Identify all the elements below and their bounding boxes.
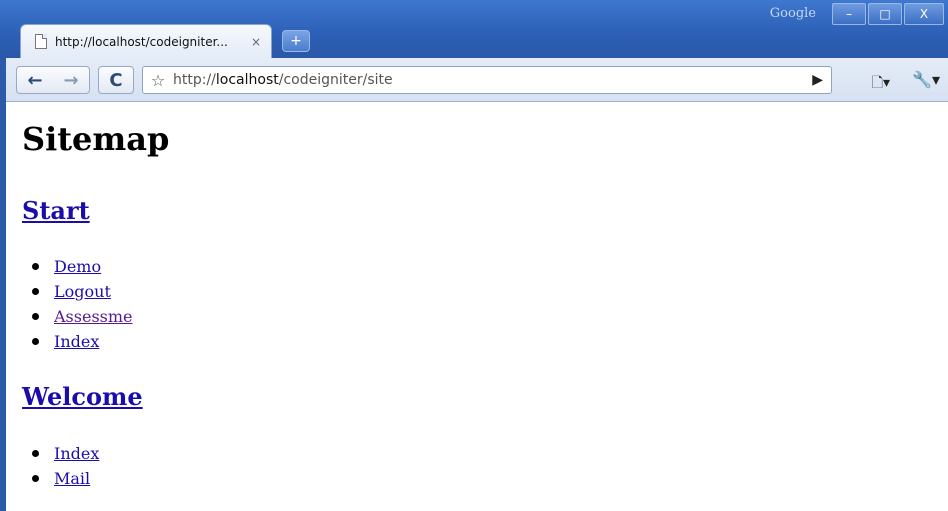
bookmark-star-icon[interactable]: ☆ — [143, 71, 173, 90]
page-content: Sitemap Start Demo Logout Assessme Index… — [6, 102, 948, 511]
page-title: Sitemap — [22, 120, 170, 158]
go-icon[interactable]: ▶ — [812, 72, 823, 88]
forward-button[interactable]: → — [53, 70, 89, 91]
reload-button[interactable]: C — [98, 66, 134, 94]
start-link-list: Demo Logout Assessme Index — [32, 254, 133, 354]
list-item: Demo — [32, 254, 133, 279]
list-item: Logout — [32, 279, 133, 304]
link-index-start[interactable]: Index — [54, 332, 99, 351]
section-heading-welcome: Welcome — [22, 382, 143, 411]
address-bar[interactable]: ☆ http://localhost/codeigniter/site ▶ — [142, 66, 832, 94]
url-host: localhost — [215, 72, 279, 88]
back-forward-group: ← → — [16, 66, 90, 94]
title-bar: Google – □ X http://localhost/codeignite… — [0, 0, 948, 58]
section-link-welcome[interactable]: Welcome — [22, 382, 143, 411]
browser-window: Google – □ X http://localhost/codeignite… — [0, 0, 948, 511]
list-item: Index — [31, 441, 99, 466]
wrench-menu-icon[interactable]: 🔧▾ — [912, 70, 940, 89]
browser-tab[interactable]: http://localhost/codeigniter... × — [20, 24, 272, 58]
link-assessme[interactable]: Assessme — [54, 307, 133, 326]
new-tab-button[interactable]: + — [282, 30, 310, 52]
tab-close-icon[interactable]: × — [251, 35, 261, 49]
brand-label: Google — [769, 6, 816, 21]
welcome-link-list: Index Mail — [31, 441, 99, 491]
address-url[interactable]: http://localhost/codeigniter/site — [173, 72, 393, 88]
link-mail[interactable]: Mail — [54, 469, 90, 488]
link-index-welcome[interactable]: Index — [54, 444, 99, 463]
maximize-button[interactable]: □ — [868, 3, 902, 25]
url-path: /codeigniter/site — [278, 72, 393, 88]
page-icon — [35, 34, 47, 49]
list-item: Assessme — [32, 304, 133, 329]
list-item: Index — [32, 329, 133, 354]
window-controls: – □ X — [832, 3, 944, 25]
toolbar: ← → C ☆ http://localhost/codeigniter/sit… — [6, 58, 948, 102]
url-scheme: http:// — [173, 72, 216, 88]
list-item: Mail — [31, 466, 99, 491]
page-menu-icon[interactable]: 🗋▾ — [872, 72, 890, 96]
back-button[interactable]: ← — [17, 70, 53, 91]
section-link-start[interactable]: Start — [22, 196, 90, 225]
section-heading-start: Start — [22, 196, 90, 225]
link-demo[interactable]: Demo — [54, 257, 101, 276]
tab-title: http://localhost/codeigniter... — [55, 34, 228, 49]
link-logout[interactable]: Logout — [54, 282, 111, 301]
close-window-button[interactable]: X — [904, 3, 944, 25]
minimize-button[interactable]: – — [832, 3, 866, 25]
